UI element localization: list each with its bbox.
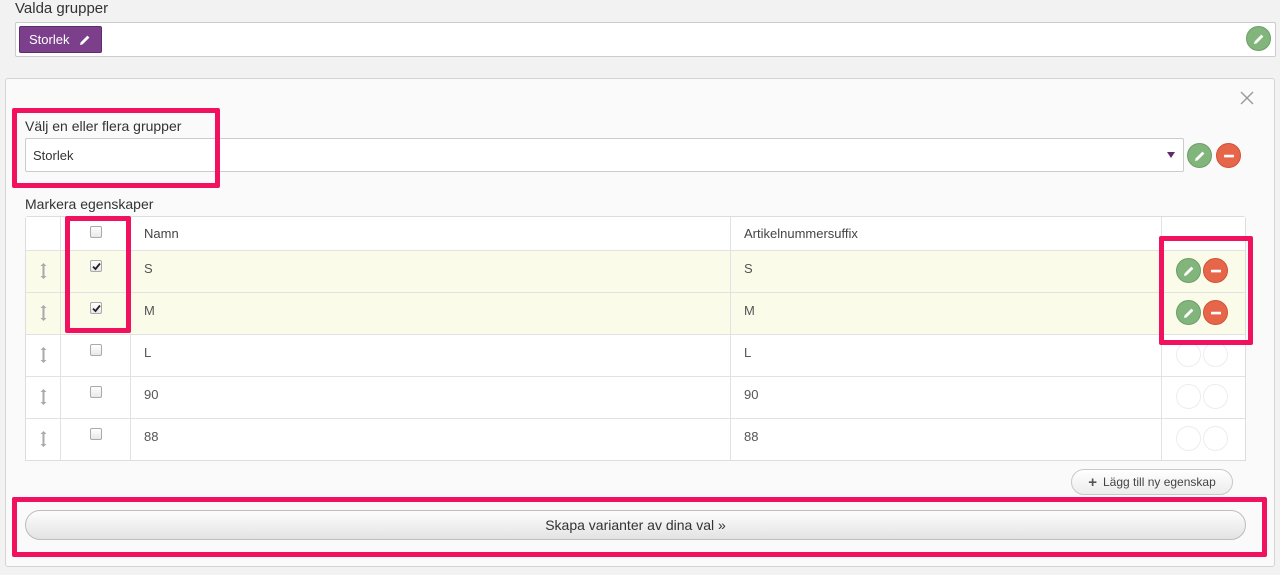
property-name: S	[144, 261, 153, 276]
edit-group-button[interactable]	[1187, 143, 1212, 168]
selected-groups-label: Valda grupper	[15, 0, 109, 17]
create-variants-label: Skapa varianter av dina val »	[545, 517, 726, 533]
property-name: L	[144, 345, 152, 360]
pencil-icon	[1194, 151, 1204, 161]
delete-property-button[interactable]	[1203, 384, 1228, 409]
row-checkbox[interactable]	[90, 386, 102, 398]
property-suffix: L	[744, 345, 752, 360]
drag-handle-icon[interactable]	[40, 347, 47, 363]
checkmark-icon	[91, 262, 101, 270]
edit-property-button[interactable]	[1176, 384, 1201, 409]
edit-property-button[interactable]	[1176, 342, 1201, 367]
minus-icon	[1210, 311, 1221, 314]
table-row: M M	[26, 292, 1245, 334]
minus-icon	[1223, 154, 1234, 157]
drag-handle-icon[interactable]	[40, 431, 47, 447]
row-checkbox[interactable]	[90, 260, 102, 272]
property-name: M	[144, 303, 155, 318]
selected-groups-field: Storlek	[15, 22, 1276, 57]
group-select-value: Storlek	[33, 148, 74, 163]
delete-property-button[interactable]	[1203, 258, 1228, 283]
row-checkbox[interactable]	[90, 302, 102, 314]
edit-groups-button[interactable]	[1246, 26, 1271, 51]
add-property-label: Lägg till ny egenskap	[1103, 475, 1216, 489]
delete-property-button[interactable]	[1203, 342, 1228, 367]
group-tag-storlek[interactable]: Storlek	[19, 26, 103, 53]
property-suffix: M	[744, 303, 755, 318]
close-icon[interactable]	[1240, 91, 1254, 105]
table-row: S S	[26, 250, 1245, 292]
group-select-label: Välj en eller flera grupper	[25, 118, 182, 134]
edit-property-button[interactable]	[1176, 300, 1201, 325]
drag-handle-icon[interactable]	[40, 305, 47, 321]
table-row: L L	[26, 334, 1245, 376]
property-suffix: 90	[744, 387, 759, 402]
remove-group-button[interactable]	[1216, 143, 1241, 168]
table-row: 88 88	[26, 418, 1245, 460]
edit-property-button[interactable]	[1176, 426, 1201, 451]
property-name: 88	[144, 429, 159, 444]
delete-property-button[interactable]	[1203, 300, 1228, 325]
column-header-name: Namn	[144, 226, 179, 241]
add-property-button[interactable]: + Lägg till ny egenskap	[1071, 469, 1233, 495]
column-header-suffix: Artikelnummersuffix	[744, 226, 858, 241]
group-tag-label: Storlek	[29, 32, 70, 47]
minus-icon	[1210, 269, 1221, 272]
property-suffix: 88	[744, 429, 759, 444]
property-name: 90	[144, 387, 159, 402]
checkmark-icon	[91, 304, 101, 312]
property-suffix: S	[744, 261, 753, 276]
drag-handle-icon[interactable]	[40, 389, 47, 405]
table-header-row: Namn Artikelnummersuffix	[26, 217, 1245, 250]
pencil-icon	[1183, 308, 1193, 318]
plus-icon: +	[1088, 473, 1097, 491]
pencil-icon	[1183, 266, 1193, 276]
row-checkbox[interactable]	[90, 428, 102, 440]
row-checkbox[interactable]	[90, 344, 102, 356]
pencil-icon[interactable]	[79, 34, 91, 46]
properties-table: Namn Artikelnummersuffix S S M M L L 90 …	[25, 216, 1246, 461]
drag-handle-icon[interactable]	[40, 263, 47, 279]
group-select[interactable]: Storlek	[25, 138, 1184, 172]
caret-down-icon	[1167, 152, 1175, 158]
create-variants-button[interactable]: Skapa varianter av dina val »	[25, 510, 1246, 540]
pencil-icon	[1253, 34, 1263, 44]
table-row: 90 90	[26, 376, 1245, 418]
edit-property-button[interactable]	[1176, 258, 1201, 283]
delete-property-button[interactable]	[1203, 426, 1228, 451]
select-all-checkbox[interactable]	[90, 226, 102, 238]
properties-label: Markera egenskaper	[25, 196, 154, 212]
